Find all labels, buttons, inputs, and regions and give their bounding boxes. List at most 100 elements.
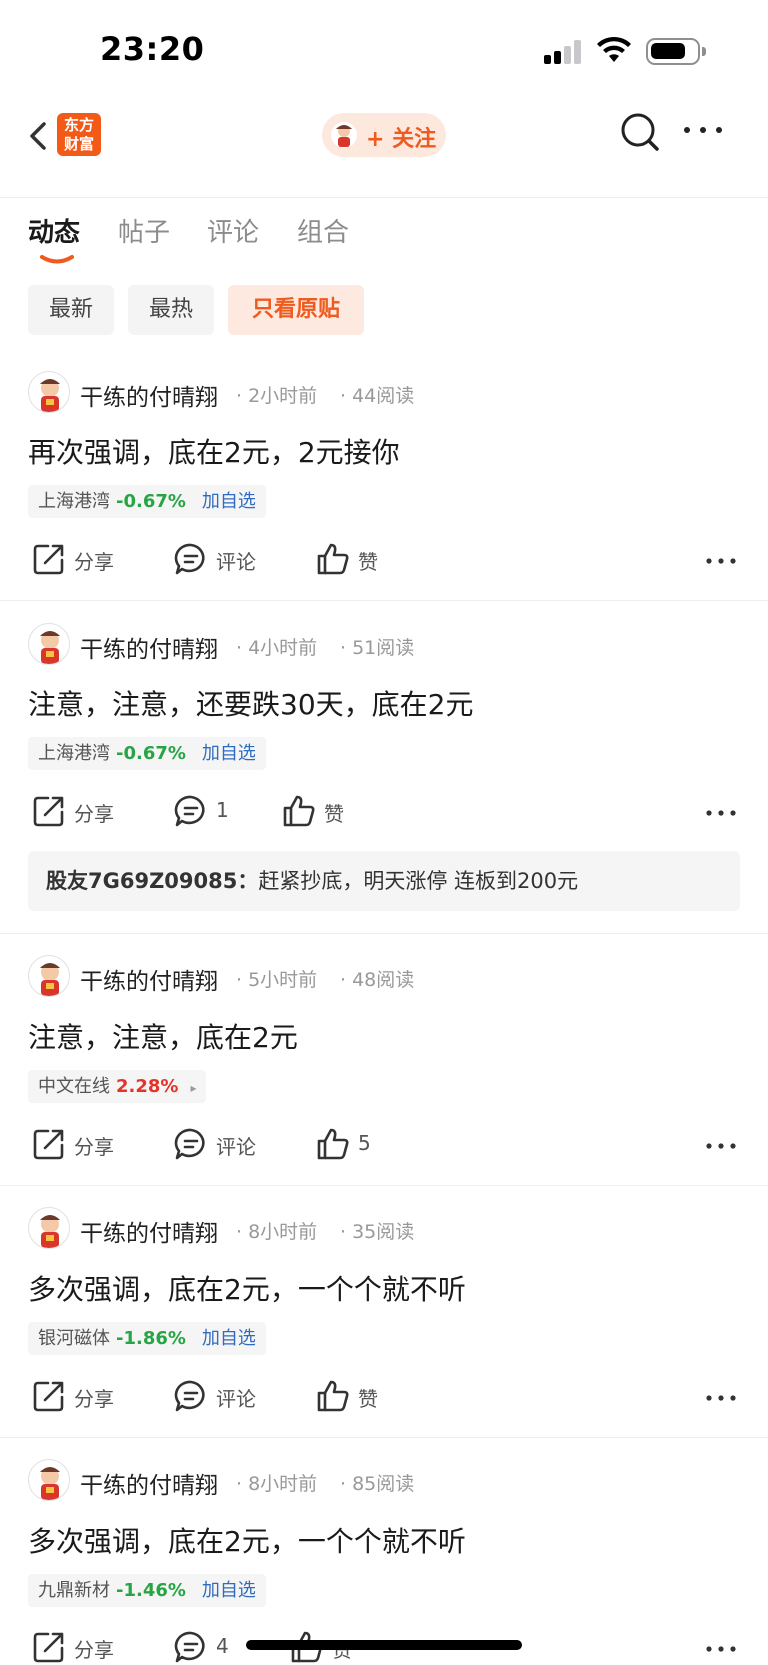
- author-name[interactable]: 干练的付晴翔: [80, 378, 218, 412]
- reply-username[interactable]: 股友7G69Z09085：: [46, 869, 258, 893]
- status-bar: 23:20: [0, 0, 768, 100]
- share-label: 分享: [74, 1135, 114, 1159]
- stock-name: 上海港湾: [38, 743, 110, 764]
- author-name[interactable]: 干练的付晴翔: [80, 630, 218, 664]
- author-name[interactable]: 干练的付晴翔: [80, 962, 218, 996]
- post-content[interactable]: 多次强调，底在2元，一个个就不听: [28, 1268, 466, 1308]
- add-watchlist-button[interactable]: 加自选: [202, 1328, 256, 1349]
- filter-latest[interactable]: 最新: [28, 285, 114, 335]
- post-time: · 8小时前: [236, 1473, 318, 1495]
- eastmoney-logo: 东方 财富: [57, 113, 101, 156]
- share-icon: [33, 544, 64, 575]
- comment-icon: [174, 1380, 205, 1412]
- read-count: · 44阅读: [340, 385, 415, 407]
- post-content[interactable]: 注意，注意，底在2元: [28, 1016, 298, 1056]
- author-avatar[interactable]: [28, 371, 70, 413]
- filter-hottest[interactable]: 最热: [128, 285, 214, 335]
- caishen-avatar-icon: [40, 963, 60, 996]
- stock-tag[interactable]: 九鼎新材 -1.46% 加自选: [28, 1574, 266, 1607]
- stock-name: 上海港湾: [38, 491, 110, 512]
- like-label: 赞: [358, 550, 378, 574]
- follow-button[interactable]: + 关注: [322, 113, 446, 157]
- post-content[interactable]: 注意，注意，还要跌30天，底在2元: [28, 683, 473, 723]
- comment-icon: [174, 1631, 205, 1663]
- author-avatar[interactable]: [28, 955, 70, 997]
- post-more-icon[interactable]: [706, 1393, 736, 1403]
- comment-icon: [174, 795, 205, 827]
- comment-preview[interactable]: 股友7G69Z09085：赶紧抄底，明天涨停 连板到200元: [28, 851, 740, 911]
- wifi-icon: [597, 36, 631, 62]
- share-label: 分享: [74, 1638, 114, 1662]
- post-divider: [0, 1185, 768, 1186]
- share-icon: [33, 1381, 64, 1412]
- post-divider: [0, 1437, 768, 1438]
- stock-change: -1.86%: [116, 1328, 186, 1349]
- stock-change: -0.67%: [116, 743, 186, 764]
- post-time: · 2小时前: [236, 385, 318, 407]
- add-watchlist-button[interactable]: 加自选: [202, 491, 256, 512]
- tab-active-indicator: [40, 255, 74, 264]
- stock-change: 2.28%: [116, 1076, 179, 1097]
- stock-change: -0.67%: [116, 491, 186, 512]
- post-time: · 8小时前: [236, 1221, 318, 1243]
- comment-icon: [174, 543, 205, 575]
- post-more-icon[interactable]: [706, 1141, 736, 1151]
- filter-original-only[interactable]: 只看原贴: [228, 285, 364, 335]
- back-chevron-icon[interactable]: [22, 114, 58, 158]
- read-count: · 48阅读: [340, 969, 415, 991]
- author-avatar[interactable]: [28, 1459, 70, 1501]
- add-watchlist-button[interactable]: 加自选: [202, 743, 256, 764]
- battery-icon: [646, 38, 706, 65]
- tab-posts[interactable]: 帖子: [118, 212, 170, 249]
- like-label: 赞: [358, 1387, 378, 1411]
- tab-dynamics[interactable]: 动态: [28, 212, 80, 249]
- stock-name: 中文在线: [38, 1076, 110, 1097]
- stock-tag[interactable]: 中文在线 2.28% ▸: [28, 1070, 207, 1103]
- post-divider: [0, 933, 768, 934]
- add-watchlist-button[interactable]: 加自选: [202, 1580, 256, 1601]
- comment-count: 4: [216, 1634, 229, 1658]
- thumbs-up-icon: [283, 795, 315, 827]
- profile-tabs: 动态 帖子 评论 组合: [0, 212, 768, 272]
- stock-tag[interactable]: 银河磁体 -1.86% 加自选: [28, 1322, 266, 1355]
- like-label: 赞: [324, 802, 344, 826]
- status-time: 23:20: [100, 30, 205, 68]
- caishen-avatar-icon: [40, 631, 60, 664]
- author-avatar[interactable]: [28, 623, 70, 665]
- post-time: · 5小时前: [236, 969, 318, 991]
- user-avatar-icon: [331, 122, 357, 148]
- post-time: · 4小时前: [236, 637, 318, 659]
- more-options-icon[interactable]: [682, 120, 724, 140]
- share-icon: [33, 1632, 64, 1663]
- author-avatar[interactable]: [28, 1207, 70, 1249]
- follow-label: + 关注: [366, 127, 437, 152]
- author-name[interactable]: 干练的付晴翔: [80, 1214, 218, 1248]
- post-more-icon[interactable]: [706, 556, 736, 566]
- logo-text-top: 东方: [63, 116, 94, 134]
- share-icon: [33, 1129, 64, 1160]
- post-more-icon[interactable]: [706, 1644, 736, 1654]
- search-icon[interactable]: [618, 110, 662, 154]
- post-more-icon[interactable]: [706, 808, 736, 818]
- post-divider: [0, 600, 768, 601]
- caishen-avatar-icon: [40, 379, 60, 412]
- post-content[interactable]: 再次强调，底在2元，2元接你: [28, 431, 400, 471]
- read-count: · 51阅读: [340, 637, 415, 659]
- like-count: 5: [358, 1131, 371, 1155]
- comment-label: 评论: [216, 1387, 256, 1411]
- thumbs-up-icon: [317, 543, 349, 575]
- stock-tag[interactable]: 上海港湾 -0.67% 加自选: [28, 485, 266, 518]
- stock-name: 九鼎新材: [38, 1580, 110, 1601]
- share-label: 分享: [74, 550, 114, 574]
- tab-portfolio[interactable]: 组合: [297, 212, 349, 249]
- read-count: · 35阅读: [340, 1221, 415, 1243]
- tab-comments[interactable]: 评论: [207, 212, 259, 249]
- thumbs-up-icon: [317, 1380, 349, 1412]
- stock-name: 银河磁体: [38, 1328, 110, 1349]
- share-label: 分享: [74, 802, 114, 826]
- home-indicator[interactable]: [246, 1640, 522, 1650]
- post-content[interactable]: 多次强调，底在2元，一个个就不听: [28, 1520, 466, 1560]
- share-label: 分享: [74, 1387, 114, 1411]
- author-name[interactable]: 干练的付晴翔: [80, 1466, 218, 1500]
- stock-tag[interactable]: 上海港湾 -0.67% 加自选: [28, 737, 266, 770]
